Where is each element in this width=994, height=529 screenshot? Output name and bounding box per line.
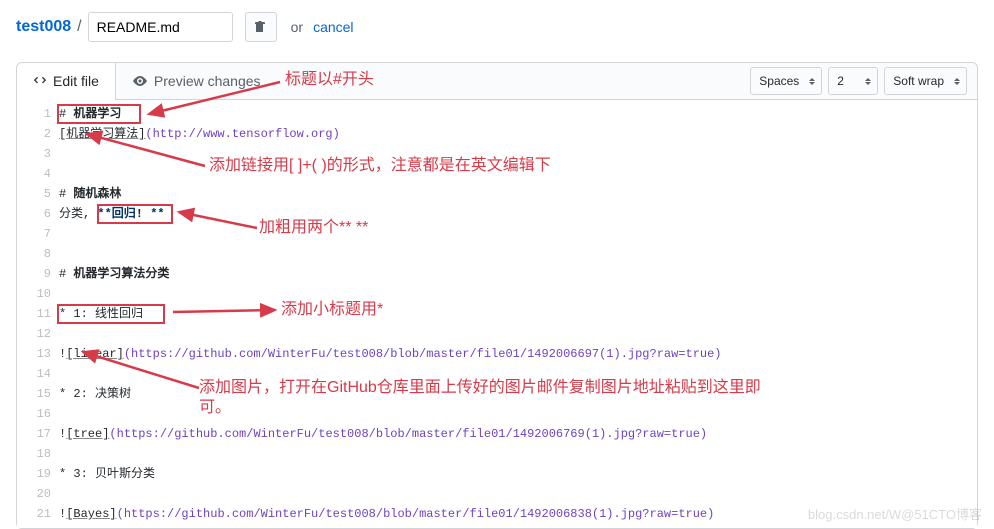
wrap-mode-select[interactable]: Soft wrap [884, 67, 967, 95]
code-line[interactable]: * 3: 贝叶斯分类 [59, 464, 977, 484]
clipboard-icon [254, 20, 268, 34]
code-line[interactable]: # 机器学习 [59, 104, 977, 124]
filename-input[interactable] [88, 12, 233, 42]
repo-link[interactable]: test008 [16, 18, 71, 36]
code-line[interactable]: # 机器学习算法分类 [59, 264, 977, 284]
line-gutter: 123456789101112131415161718192021 [17, 100, 59, 528]
code-line[interactable]: ![tree](https://github.com/WinterFu/test… [59, 424, 977, 444]
code-line[interactable] [59, 224, 977, 244]
code-editor[interactable]: 123456789101112131415161718192021 标题以#开头… [17, 100, 977, 528]
code-line[interactable]: * 2: 决策树 [59, 384, 977, 404]
code-line[interactable]: ![linear](https://github.com/WinterFu/te… [59, 344, 977, 364]
code-line[interactable] [59, 284, 977, 304]
code-line[interactable] [59, 364, 977, 384]
code-icon [33, 74, 47, 88]
code-line[interactable]: # 随机森林 [59, 184, 977, 204]
cancel-link[interactable]: cancel [313, 19, 353, 35]
tab-preview-changes[interactable]: Preview changes [116, 63, 277, 99]
tab-edit-file[interactable]: Edit file [17, 63, 116, 99]
indent-size-select[interactable]: 2 [828, 67, 878, 95]
code-lines[interactable]: 标题以#开头 添加链接用[ ]+( )的形式，注意都是在英文编辑下 加粗用两个*… [59, 100, 977, 528]
code-line[interactable]: * 1: 线性回归 [59, 304, 977, 324]
code-line[interactable]: 分类, **回归! ** [59, 204, 977, 224]
code-line[interactable] [59, 484, 977, 504]
tab-edit-label: Edit file [53, 73, 99, 89]
code-line[interactable] [59, 144, 977, 164]
code-line[interactable] [59, 444, 977, 464]
code-line[interactable] [59, 244, 977, 264]
tabs-row: Edit file Preview changes Spaces 2 Soft … [17, 63, 977, 100]
breadcrumb: test008 / or cancel [0, 0, 994, 54]
or-text: or [291, 19, 303, 35]
code-line[interactable] [59, 324, 977, 344]
watermark: blog.csdn.net/W@51CTO博客 [808, 504, 982, 523]
indent-mode-select[interactable]: Spaces [750, 67, 822, 95]
path-separator: / [77, 18, 81, 36]
editor-container: Edit file Preview changes Spaces 2 Soft … [16, 62, 978, 529]
tab-preview-label: Preview changes [154, 73, 261, 89]
code-line[interactable] [59, 164, 977, 184]
copy-path-button[interactable] [245, 12, 277, 42]
code-line[interactable]: [机器学习算法](http://www.tensorflow.org) [59, 124, 977, 144]
eye-icon [132, 74, 148, 88]
code-line[interactable] [59, 404, 977, 424]
